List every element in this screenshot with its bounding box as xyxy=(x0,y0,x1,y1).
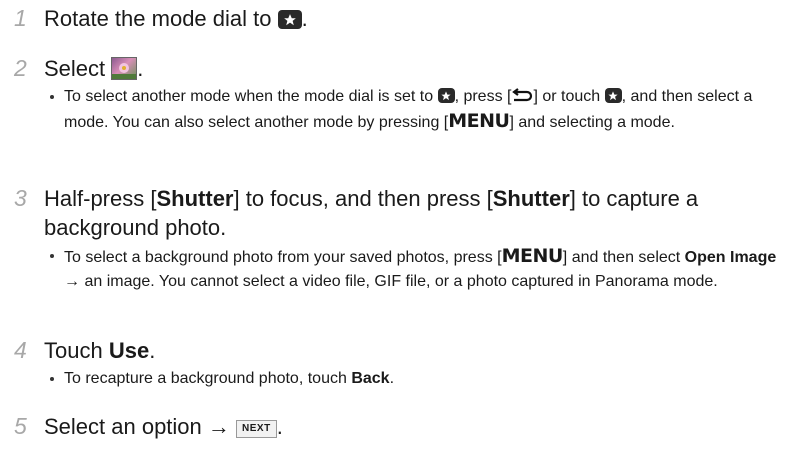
instruction-page: 1 Rotate the mode dial to . 2 Select . T… xyxy=(0,0,791,462)
step-text-end: . xyxy=(301,6,308,31)
bullet-item: To select a background photo from your s… xyxy=(50,244,784,294)
step-number: 1 xyxy=(14,5,27,31)
menu-key: MENU xyxy=(448,110,510,132)
step-number: 5 xyxy=(14,413,27,439)
star-mode-icon xyxy=(277,10,302,29)
shutter-key: Shutter xyxy=(156,186,234,211)
bullet-text: ] or touch xyxy=(533,88,601,105)
step-5-line: 5 Select an option → NEXT. xyxy=(0,412,791,441)
step-1: 1 Rotate the mode dial to . xyxy=(0,4,791,33)
bullet-text: To recapture a background photo, touch xyxy=(64,370,347,387)
step-number: 3 xyxy=(14,185,27,211)
step-text: Rotate the mode dial to xyxy=(44,6,272,31)
step-4: 4 Touch Use. To recapture a background p… xyxy=(0,336,791,391)
step-1-line: 1 Rotate the mode dial to . xyxy=(0,4,791,33)
step-number: 2 xyxy=(14,55,27,81)
shutter-key: Shutter xyxy=(492,186,570,211)
step-3: 3 Half-press [Shutter] to focus, and the… xyxy=(0,184,791,294)
step-number: 4 xyxy=(14,337,27,363)
next-button[interactable]: NEXT xyxy=(236,420,277,438)
step-5: 5 Select an option → NEXT. xyxy=(0,412,791,441)
step-text-end: . xyxy=(137,56,144,81)
step-text: Select an option → xyxy=(44,414,230,439)
menu-key: MENU xyxy=(501,245,564,267)
step-text: ] to focus, and then press [ xyxy=(233,186,493,211)
bullet-text: To select another mode when the mode dia… xyxy=(64,88,434,105)
bullet-text: . xyxy=(389,370,395,387)
step-2: 2 Select . To select another mode when t… xyxy=(0,54,791,135)
star-mode-icon xyxy=(437,88,455,103)
bullet-text: ] and then select xyxy=(562,249,681,266)
step-text: Half-press [ xyxy=(44,186,157,211)
open-image-option: Open Image xyxy=(684,249,777,266)
bullet-text: → an image. You cannot select a video fi… xyxy=(64,273,718,290)
step-2-line: 2 Select . xyxy=(0,54,791,83)
back-option: Back xyxy=(351,370,390,387)
bullet-item: To select another mode when the mode dia… xyxy=(50,85,784,135)
step-text: Touch xyxy=(44,338,103,363)
step-4-line: 4 Touch Use. xyxy=(0,336,791,365)
use-option: Use xyxy=(108,338,150,363)
bullet-text: To select a background photo from your s… xyxy=(64,249,502,266)
bullet-text: ] and selecting a mode. xyxy=(509,114,675,131)
star-mode-icon xyxy=(604,88,622,103)
bullet-text: , press [ xyxy=(454,88,512,105)
back-icon xyxy=(512,88,533,102)
step-text: . xyxy=(276,414,283,439)
photo-frame-icon xyxy=(111,57,138,80)
step-text: Select xyxy=(44,56,106,81)
step-3-line: 3 Half-press [Shutter] to focus, and the… xyxy=(0,184,744,242)
step-text: . xyxy=(149,338,156,363)
bullet-item: To recapture a background photo, touch B… xyxy=(50,367,784,391)
